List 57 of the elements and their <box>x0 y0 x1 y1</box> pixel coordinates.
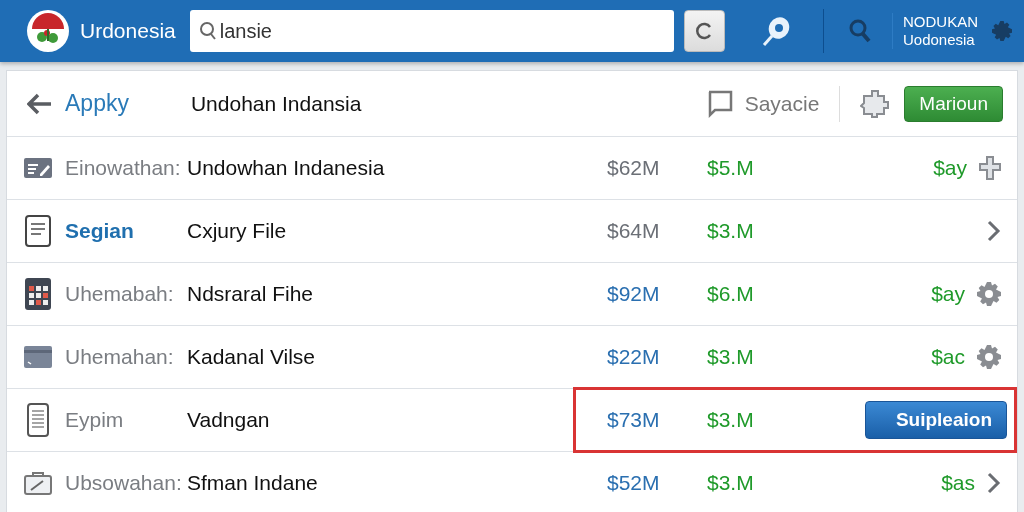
amount-text: $92M <box>607 282 661 306</box>
gear-icon[interactable] <box>977 345 1001 369</box>
status-text: $ac <box>931 345 965 369</box>
tablet-icon <box>27 403 49 437</box>
account-region: Uodonesia <box>903 31 976 49</box>
row-name: Sfman Indane <box>187 471 319 495</box>
chevron-right-icon[interactable] <box>987 220 1001 242</box>
chevron-right-icon[interactable] <box>987 472 1001 494</box>
amount-text: $62M <box>607 156 661 180</box>
row-name: Cxjury File <box>187 219 288 243</box>
puzzle-icon[interactable] <box>860 88 891 119</box>
row-label: Einowathan: <box>65 156 182 180</box>
row-name: Kadanal Vilse <box>187 345 317 369</box>
document-icon <box>25 215 51 247</box>
row-label: Uhemahan: <box>65 345 175 369</box>
briefcase-icon <box>24 471 52 495</box>
amount-text: $64M <box>607 219 661 243</box>
amount-text: $52M <box>607 471 661 495</box>
value-text: $5.M <box>707 156 755 180</box>
arrow-left-icon <box>27 92 51 115</box>
page-title: Undohan Indansia <box>190 91 362 116</box>
back-link[interactable]: Appky <box>27 90 129 117</box>
amount-text: $73M <box>607 408 661 432</box>
row-name: Undowhan Indanesia <box>187 156 386 180</box>
edit-icon <box>24 157 52 179</box>
card-icon <box>24 346 52 368</box>
comment-icon <box>706 89 733 118</box>
status-text: $ay <box>931 282 965 306</box>
search-icon[interactable] <box>848 18 872 44</box>
amount-text: $22M <box>607 345 661 369</box>
search-field[interactable]: lansie <box>189 10 674 52</box>
comment-button[interactable]: Sayacie <box>706 89 820 118</box>
plus-icon[interactable] <box>979 156 1001 180</box>
action-button[interactable]: Suipleaion <box>864 401 1007 439</box>
value-text: $6.M <box>707 282 755 306</box>
value-text: $3.M <box>707 471 755 495</box>
account-name: NODUKAN <box>903 13 978 31</box>
row-label: Ubsowahan: <box>65 471 183 495</box>
row-label: Segian <box>65 219 135 243</box>
status-text: $as <box>941 471 975 495</box>
value-text: $3.M <box>707 219 755 243</box>
brand-name: Urdonesia <box>80 19 176 43</box>
primary-button[interactable]: Marioun <box>904 85 1003 122</box>
value-text: $3.M <box>707 408 755 432</box>
row-name: Ndsraral Fihe <box>187 282 315 306</box>
gear-icon[interactable] <box>992 21 1012 41</box>
row-label: Eypim <box>65 408 125 432</box>
gear-icon[interactable] <box>977 282 1001 306</box>
logo-icon <box>26 9 70 53</box>
refresh-icon <box>695 22 714 40</box>
refresh-button[interactable] <box>683 10 725 52</box>
status-text: $ay <box>933 156 967 180</box>
calculator-icon <box>25 278 51 310</box>
row-name: Vadngan <box>187 408 271 432</box>
row-label: Uhemabah: <box>65 282 175 306</box>
search-icon <box>198 21 217 41</box>
value-text: $3.M <box>707 345 755 369</box>
